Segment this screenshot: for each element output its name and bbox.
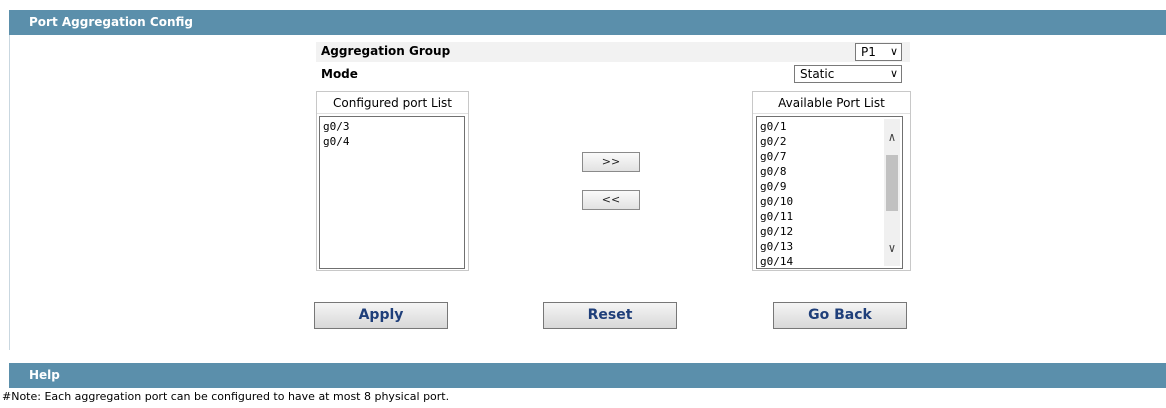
- chevron-down-icon[interactable]: ∨: [884, 240, 900, 256]
- configured-port-list-title: Configured port List: [317, 92, 468, 114]
- list-item[interactable]: g0/14: [760, 254, 902, 268]
- list-item[interactable]: g0/2: [760, 134, 902, 149]
- aggregation-group-select[interactable]: P1 ∨: [855, 43, 902, 61]
- list-item[interactable]: g0/10: [760, 194, 902, 209]
- scrollbar-thumb[interactable]: [886, 155, 898, 211]
- configured-port-listbox[interactable]: g0/3 g0/4: [319, 116, 465, 269]
- available-list-scrollbar[interactable]: ∧ ∨: [884, 119, 900, 266]
- chevron-down-icon: ∨: [889, 67, 898, 80]
- go-back-button[interactable]: Go Back: [773, 302, 907, 329]
- list-item[interactable]: g0/11: [760, 209, 902, 224]
- list-item[interactable]: g0/1: [760, 119, 902, 134]
- list-item[interactable]: g0/7: [760, 149, 902, 164]
- chevron-up-icon[interactable]: ∧: [884, 129, 900, 145]
- list-item[interactable]: g0/9: [760, 179, 902, 194]
- chevron-down-icon: ∨: [889, 45, 898, 58]
- reset-button[interactable]: Reset: [543, 302, 677, 329]
- aggregation-group-value: P1: [861, 45, 876, 59]
- aggregation-group-label: Aggregation Group: [321, 44, 451, 58]
- mode-value: Static: [800, 67, 835, 81]
- list-item[interactable]: g0/13: [760, 239, 902, 254]
- list-item[interactable]: g0/8: [760, 164, 902, 179]
- config-header: Port Aggregation Config: [9, 10, 1166, 35]
- config-header-title: Port Aggregation Config: [29, 15, 193, 29]
- list-item[interactable]: g0/3: [323, 119, 464, 134]
- available-port-listbox[interactable]: g0/1 g0/2 g0/7 g0/8 g0/9 g0/10 g0/11 g0/…: [756, 116, 903, 269]
- list-item[interactable]: g0/12: [760, 224, 902, 239]
- remove-port-button[interactable]: <<: [582, 190, 640, 210]
- help-note: #Note: Each aggregation port can be conf…: [2, 390, 450, 403]
- add-port-button[interactable]: >>: [582, 152, 640, 172]
- list-item[interactable]: g0/4: [323, 134, 464, 149]
- apply-button[interactable]: Apply: [314, 302, 448, 329]
- help-header: Help: [9, 363, 1166, 388]
- available-port-list-title: Available Port List: [753, 92, 910, 114]
- mode-select[interactable]: Static ∨: [794, 65, 902, 83]
- mode-label: Mode: [321, 67, 358, 81]
- help-header-title: Help: [29, 368, 60, 382]
